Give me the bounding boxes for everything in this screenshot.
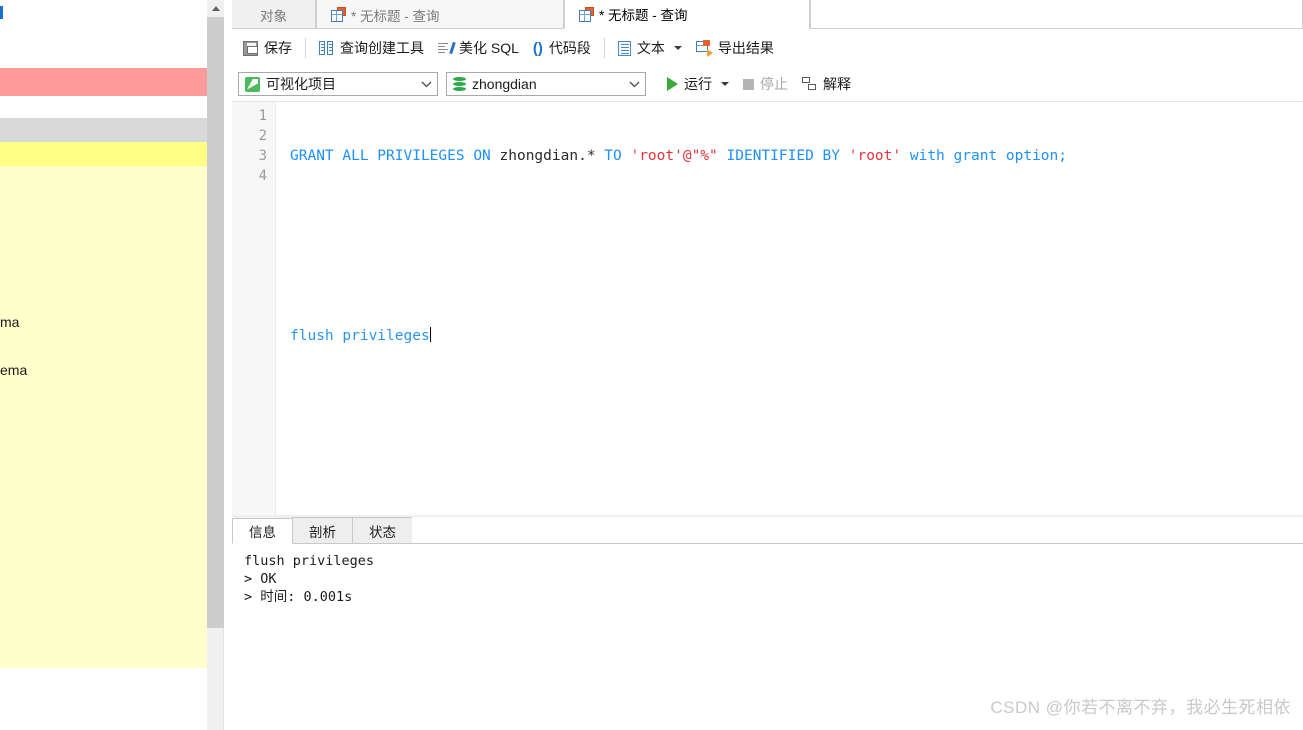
database-select-value: zhongdian: [472, 76, 537, 92]
application-window: ma ema 对象 * 无标题 - 查询 * 无标题 - 查询 保存 查询创建工…: [0, 0, 1303, 730]
code-line-1: GRANT ALL PRIVILEGES ON zhongdian.* TO '…: [290, 146, 1303, 166]
chevron-down-icon[interactable]: [415, 73, 437, 95]
sql-string-password: 'root': [848, 148, 902, 164]
save-icon: [243, 40, 258, 56]
code-snippet-button[interactable]: () 代码段: [526, 35, 598, 61]
run-button[interactable]: 运行: [660, 71, 736, 97]
chevron-down-icon[interactable]: [623, 73, 645, 95]
stop-button-label: 停止: [760, 76, 788, 92]
tab-query-1[interactable]: * 无标题 - 查询: [316, 0, 564, 29]
toolbar-separator: [305, 38, 306, 58]
parentheses-icon: (): [532, 39, 543, 57]
toolbar-separator: [603, 38, 605, 58]
query-builder-label: 查询创建工具: [340, 40, 424, 56]
scroll-up-arrow-icon[interactable]: [207, 0, 224, 17]
tab-profile-label: 剖析: [309, 524, 336, 540]
execution-controls: 运行 停止 解释: [660, 71, 858, 97]
chevron-down-icon[interactable]: [721, 82, 729, 86]
project-icon: [245, 76, 260, 92]
watermark-text: CSDN @你若不离不弃，我必生死相依: [990, 698, 1291, 717]
tab-info[interactable]: 信息: [232, 518, 293, 544]
tab-query-1-label: * 无标题 - 查询: [351, 8, 440, 24]
run-button-label: 运行: [684, 76, 712, 92]
project-select-value: 可视化项目: [266, 76, 336, 92]
text-view-button[interactable]: 文本: [611, 35, 689, 61]
line-number: 4: [258, 168, 267, 184]
document-icon: [617, 40, 631, 56]
project-select[interactable]: 可视化项目: [238, 72, 438, 96]
tab-info-label: 信息: [249, 525, 276, 540]
sql-target: zhongdian.*: [499, 148, 596, 164]
editor-toolbar: 保存 查询创建工具 美化 SQL () 代码段 文本 导出结果: [232, 29, 1303, 67]
main-area: 对象 * 无标题 - 查询 * 无标题 - 查询 保存 查询创建工具 美化 SQ…: [232, 0, 1303, 730]
scrollbar-thumb[interactable]: [207, 17, 224, 628]
tab-query-2[interactable]: * 无标题 - 查询: [564, 0, 810, 29]
beautify-sql-button[interactable]: 美化 SQL: [431, 35, 526, 61]
code-snippet-label: 代码段: [548, 40, 591, 56]
save-button[interactable]: 保存: [236, 35, 299, 61]
sidebar-band-gray[interactable]: [0, 118, 207, 142]
explain-button-label: 解释: [823, 76, 851, 92]
chevron-down-icon[interactable]: [673, 46, 682, 50]
tab-profile[interactable]: 剖析: [292, 517, 353, 543]
save-button-label: 保存: [264, 40, 292, 56]
sql-editor[interactable]: 1 2 3 4 GRANT ALL PRIVILEGES ON zhongdia…: [232, 101, 1303, 515]
export-icon: [695, 39, 713, 57]
stop-icon: [743, 78, 754, 90]
sql-keyword-to: TO: [595, 148, 631, 164]
code-line-4: flush privileges: [290, 326, 1303, 346]
line-number: 1: [258, 108, 267, 124]
query-table-icon: [579, 6, 594, 22]
sql-string-user: 'root'@"%": [630, 148, 718, 164]
result-tab-empty-area: [412, 517, 1303, 543]
sql-statement-flush: flush privileges: [290, 328, 430, 344]
tab-status[interactable]: 状态: [352, 517, 413, 543]
sidebar-text-fragment-2: ema: [0, 362, 28, 378]
sidebar-text-fragment-1: ma: [0, 314, 20, 330]
stop-button[interactable]: 停止: [736, 71, 795, 97]
beautify-sql-label: 美化 SQL: [459, 40, 519, 56]
sql-keyword-tail: with grant option;: [901, 148, 1067, 164]
line-number-gutter: 1 2 3 4: [232, 102, 276, 515]
sidebar-band-red[interactable]: [0, 68, 207, 96]
explain-icon: [802, 76, 817, 92]
beautify-sql-icon: [438, 41, 456, 56]
sidebar-selection-marker: [0, 6, 3, 19]
sql-keyword-identified: IDENTIFIED BY: [717, 148, 849, 164]
play-icon: [667, 77, 678, 91]
panel-gap: [224, 0, 232, 730]
sql-keyword-grant: GRANT ALL PRIVILEGES ON: [290, 148, 500, 164]
tab-strip-empty-area: [810, 0, 1303, 29]
sidebar-band-light-yellow[interactable]: [0, 166, 207, 668]
left-sidebar-panel: ma ema: [0, 0, 207, 730]
export-result-label: 导出结果: [717, 40, 774, 56]
database-select[interactable]: zhongdian: [446, 72, 646, 96]
tab-strip: 对象 * 无标题 - 查询 * 无标题 - 查询: [232, 0, 1303, 29]
text-view-label: 文本: [636, 40, 665, 56]
line-number: 3: [258, 148, 267, 164]
tab-objects-label: 对象: [260, 8, 287, 24]
tab-objects[interactable]: 对象: [232, 0, 316, 29]
connection-toolbar: 可视化项目 zhongdian 运行 停止 解释: [232, 67, 1303, 101]
query-table-icon: [331, 7, 346, 22]
line-number: 2: [258, 128, 267, 144]
text-cursor: [429, 327, 431, 342]
result-tab-strip: 信息 剖析 状态: [232, 517, 1303, 544]
query-builder-button[interactable]: 查询创建工具: [312, 35, 431, 61]
explain-button[interactable]: 解释: [795, 71, 858, 97]
sidebar-vertical-scrollbar[interactable]: [207, 0, 224, 730]
query-builder-icon: [319, 40, 334, 56]
export-result-button[interactable]: 导出结果: [689, 35, 781, 61]
database-icon: [453, 76, 466, 92]
tab-status-label: 状态: [369, 524, 396, 540]
tab-query-2-label: * 无标题 - 查询: [599, 8, 688, 23]
sidebar-band-yellow[interactable]: [0, 142, 207, 166]
sql-code-area[interactable]: GRANT ALL PRIVILEGES ON zhongdian.* TO '…: [276, 102, 1303, 515]
